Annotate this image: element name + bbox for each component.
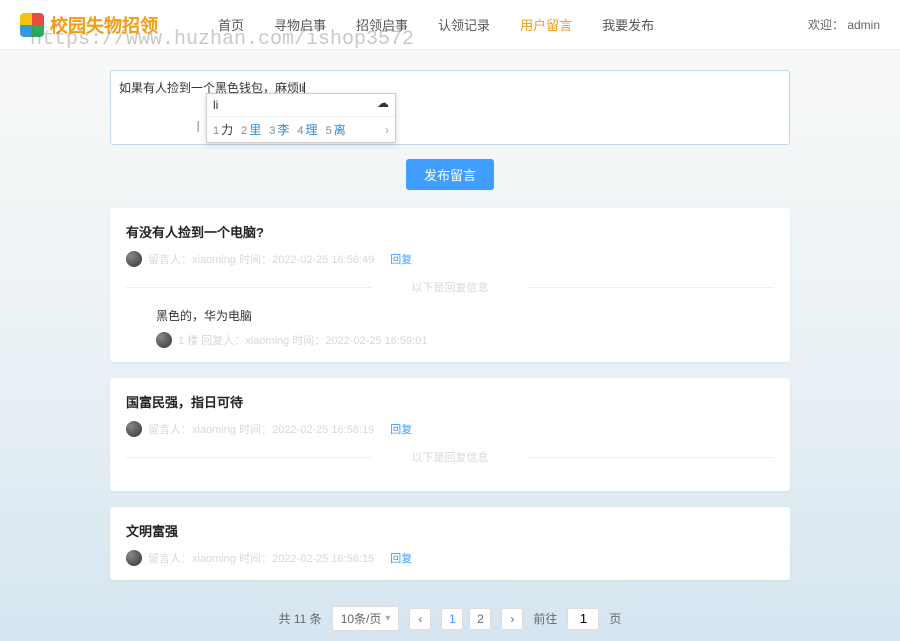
nav: 首页 寻物启事 招领启事 认领记录 用户留言 我要发布 xyxy=(218,15,654,34)
logo-icon xyxy=(20,13,44,37)
nav-item[interactable]: 寻物启事 xyxy=(274,15,326,34)
chevron-down-icon: ▾ xyxy=(385,613,390,624)
chevron-right-icon[interactable]: › xyxy=(385,123,389,137)
ime-popup[interactable]: li ☁ 1力 2里 3李 4理 5离 › xyxy=(206,93,396,143)
reply-block: 黑色的，华为电脑 1 楼 回复人：xiaoming 时间：2022-02-25 1… xyxy=(126,307,774,348)
pager-size-select[interactable]: 10条/页 ▾ xyxy=(332,606,400,631)
ime-input-row: li ☁ xyxy=(207,94,395,117)
pager-page-button[interactable]: 2 xyxy=(469,608,491,630)
reply-button[interactable]: 回复 xyxy=(390,421,412,437)
post-meta-text: 留言人：xiaoming 时间：2022-02-25 16:56:49 xyxy=(148,251,374,267)
ime-candidate[interactable]: 1力 xyxy=(213,121,233,138)
pager: 共 11 条 10条/页 ▾ ‹ 12 › 前往 页 xyxy=(110,596,790,641)
avatar xyxy=(126,421,142,437)
pager-total: 共 11 条 xyxy=(279,610,322,627)
reply-meta-text: 1 楼 回复人：xiaoming 时间：2022-02-25 16:59:01 xyxy=(178,332,427,348)
pager-goto-input[interactable] xyxy=(567,608,599,630)
avatar xyxy=(126,251,142,267)
reply-meta: 1 楼 回复人：xiaoming 时间：2022-02-25 16:59:01 xyxy=(156,332,774,348)
pager-next-button[interactable]: › xyxy=(501,608,523,630)
logo-text: 校园失物招领 xyxy=(50,12,158,38)
nav-item[interactable]: 认领记录 xyxy=(438,15,490,34)
nav-item[interactable]: 招领启事 xyxy=(356,15,408,34)
ime-candidates: 1力 2里 3李 4理 5离 › xyxy=(207,117,395,142)
pager-prev-button[interactable]: ‹ xyxy=(409,608,431,630)
post-title: 文明富强 xyxy=(126,521,774,540)
pager-page-button[interactable]: 1 xyxy=(441,608,463,630)
post-card: 文明富强留言人：xiaoming 时间：2022-02-25 16:58:15 回… xyxy=(110,507,790,580)
ibeam-cursor-icon: I xyxy=(196,119,200,137)
reply-button[interactable]: 回复 xyxy=(390,251,412,267)
avatar xyxy=(126,550,142,566)
pager-goto-suffix: 页 xyxy=(609,610,621,627)
post-meta: 留言人：xiaoming 时间：2022-02-25 16:58:19 回复 xyxy=(126,421,774,437)
nav-item[interactable]: 用户留言 xyxy=(520,15,572,34)
post-title: 国富民强，指日可待 xyxy=(126,392,774,411)
post-meta: 留言人：xiaoming 时间：2022-02-25 16:56:49 回复 xyxy=(126,251,774,267)
post-card: 有没有人捡到一个电脑? 留言人：xiaoming 时间：2022-02-25 16… xyxy=(110,208,790,362)
post-meta-text: 留言人：xiaoming 时间：2022-02-25 16:58:19 xyxy=(148,421,374,437)
nav-item[interactable]: 首页 xyxy=(218,15,244,34)
ime-candidate[interactable]: 2里 xyxy=(241,121,261,138)
reply-button[interactable]: 回复 xyxy=(390,550,412,566)
pager-goto-label: 前往 xyxy=(533,610,557,627)
ime-candidate[interactable]: 3李 xyxy=(269,121,289,138)
ime-candidate[interactable]: 4理 xyxy=(297,121,317,138)
compose-textarea[interactable]: 如果有人捡到一个黑色钱包，麻烦li I li ☁ 1力2里3李4理5离› xyxy=(110,70,790,145)
welcome-user: admin xyxy=(847,18,880,32)
post-card: 国富民强，指日可待留言人：xiaoming 时间：2022-02-25 16:5… xyxy=(110,378,790,491)
avatar xyxy=(156,332,172,348)
cloud-icon: ☁ xyxy=(377,96,389,110)
post-meta-text: 留言人：xiaoming 时间：2022-02-25 16:58:15 xyxy=(148,550,374,566)
reply-divider: 以下是回复信息 xyxy=(126,279,774,295)
publish-button[interactable]: 发布留言 xyxy=(406,159,494,190)
post-meta: 留言人：xiaoming 时间：2022-02-25 16:58:15 回复 xyxy=(126,550,774,566)
welcome-prefix: 欢迎： xyxy=(808,18,844,32)
nav-item[interactable]: 我要发布 xyxy=(602,15,654,34)
ime-candidate[interactable]: 5离 xyxy=(326,121,346,138)
post-title: 有没有人捡到一个电脑? xyxy=(126,222,774,241)
welcome-block: 欢迎： admin xyxy=(808,16,880,33)
reply-content: 黑色的，华为电脑 xyxy=(156,307,774,324)
reply-divider: 以下是回复信息 xyxy=(126,449,774,465)
ime-input-text: li xyxy=(213,98,218,112)
